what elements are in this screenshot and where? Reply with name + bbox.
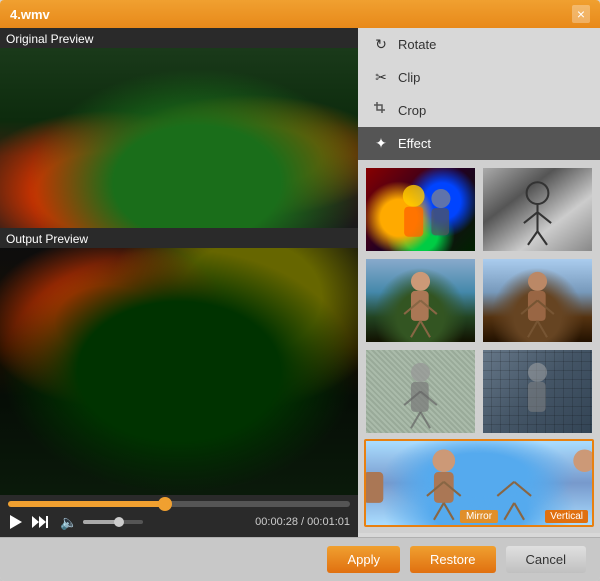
time-total: 00:01:01 [307,516,350,528]
right-panel: ↻ Rotate ✂ Clip Crop [358,28,600,537]
progress-thumb[interactable] [158,497,172,511]
clip-label: Clip [398,70,420,85]
effect-bg-5 [366,350,475,433]
crop-label: Crop [398,103,426,118]
rotate-label: Rotate [398,37,436,52]
clip-icon: ✂ [372,69,390,86]
original-preview [0,48,358,228]
menu-items: ↻ Rotate ✂ Clip Crop [358,28,600,160]
apply-button[interactable]: Apply [327,546,400,573]
sidebar-item-clip[interactable]: ✂ Clip [358,61,600,94]
bottom-bar: Apply Restore Cancel [0,537,600,581]
next-frame-button[interactable] [30,514,50,530]
effect-cell-7[interactable]: Mirror Vertical [364,439,594,527]
restore-button[interactable]: Restore [410,546,496,573]
close-button[interactable]: × [572,5,590,23]
effect-cell-2[interactable] [481,166,594,253]
effect-bg-4 [483,259,592,342]
effect-cell-6[interactable] [481,348,594,435]
effect-bg-6 [483,350,592,433]
effect-cell-4[interactable] [481,257,594,344]
progress-fill [8,501,165,507]
effect-cell-5[interactable] [364,348,477,435]
time-current: 00:00:28 [255,516,298,528]
sidebar-item-crop[interactable]: Crop [358,94,600,127]
vertical-badge: Vertical [545,510,588,523]
output-preview [0,248,358,495]
output-video-frame [0,248,358,495]
controls-area: 🔈 00:00:28 / 00:01:01 [0,495,358,537]
volume-icon: 🔈 [60,514,77,531]
output-preview-label: Output Preview [0,228,358,248]
mirror-label: Mirror [460,510,498,523]
effect-label: Effect [398,136,431,151]
window-title: 4.wmv [10,7,572,22]
progress-bar[interactable] [8,501,350,507]
volume-thumb[interactable] [114,517,124,527]
sidebar-item-effect[interactable]: ✦ Effect [358,127,600,160]
rotate-icon: ↻ [372,36,390,53]
effect-cell-3[interactable] [364,257,477,344]
effect-bg-3 [366,259,475,342]
original-preview-label: Original Preview [0,28,358,48]
time-display: 00:00:28 / 00:01:01 [255,516,350,528]
cancel-button[interactable]: Cancel [506,546,586,573]
time-separator: / [298,516,307,528]
transport-row: 🔈 00:00:28 / 00:01:01 [8,513,350,531]
main-window: 4.wmv × Original Preview Output Preview [0,0,600,581]
left-panel: Original Preview Output Preview [0,28,358,537]
effect-icon: ✦ [372,135,390,152]
crop-icon [372,102,390,119]
effect-cell-1[interactable] [364,166,477,253]
original-video-frame [0,48,358,228]
effect-bg-2 [483,168,592,251]
titlebar: 4.wmv × [0,0,600,28]
play-button[interactable] [8,513,24,531]
effect-grid: Mirror Vertical [358,160,600,533]
effect-bg-1 [366,168,475,251]
volume-slider[interactable] [83,520,143,524]
sidebar-item-rotate[interactable]: ↻ Rotate [358,28,600,61]
main-content: Original Preview Output Preview [0,28,600,537]
